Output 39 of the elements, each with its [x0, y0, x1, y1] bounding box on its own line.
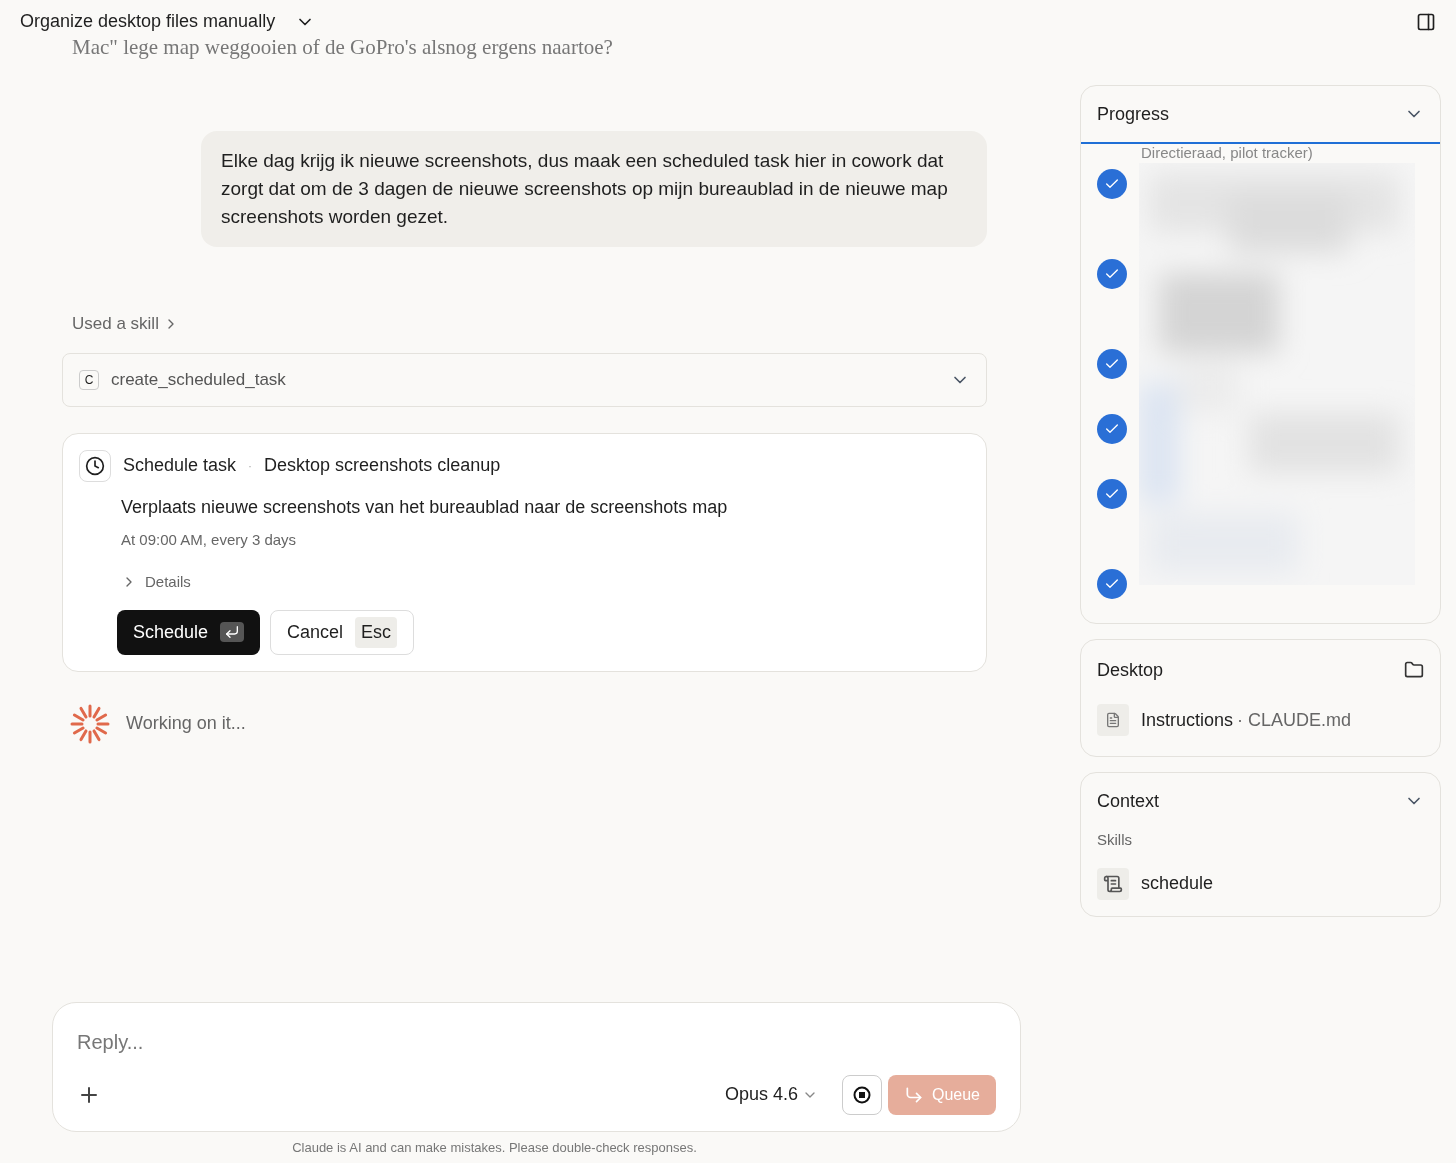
task-description: Verplaats nieuwe screenshots van het bureaublad naar de screenshots map — [121, 495, 729, 519]
card-title: Schedule task — [123, 454, 237, 477]
stop-icon — [852, 1085, 871, 1104]
shortcut-key: Esc — [355, 616, 398, 648]
spinner-icon — [70, 703, 110, 744]
clock-icon — [79, 449, 111, 482]
separator-dot: · — [248, 457, 253, 475]
scroll-icon — [1097, 867, 1129, 900]
panel-title: Context — [1097, 789, 1160, 813]
enter-key-icon — [220, 622, 245, 642]
schedule-button[interactable]: Schedule — [117, 609, 261, 655]
task-name: Desktop screenshots cleanup — [264, 454, 501, 477]
task-timing: At 09:00 AM, every 3 days — [121, 529, 298, 550]
panel-toggle-icon[interactable] — [1416, 11, 1436, 32]
message-text: Mac" lege map weggooien of de GoPro's alsnog ergens naartoe? — [71, 35, 614, 59]
disclaimer-text: Claude is AI and can make mistakes. Please double-check responses. — [292, 1138, 697, 1157]
tool-call-row[interactable]: C create_scheduled_task — [62, 352, 987, 407]
folder-icon[interactable] — [1404, 660, 1424, 680]
document-icon — [1097, 704, 1129, 736]
file-detail: · CLAUDE.md — [1237, 708, 1352, 732]
skill-link[interactable]: Used a skill — [72, 311, 159, 337]
cancel-button[interactable]: Cancel Esc — [270, 609, 415, 655]
file-name: Instructions — [1141, 708, 1234, 732]
file-item[interactable]: Instructions · CLAUDE.md — [1097, 704, 1424, 736]
status-text: Working on it... — [126, 712, 246, 735]
details-toggle[interactable]: Details — [121, 571, 970, 594]
skill-item[interactable]: schedule — [1097, 867, 1424, 900]
user-message: Elke dag krijg ik nieuwe screenshots, dus maak een scheduled task hier in cowork dat zorgt dat om de 3 dagen de nieuwe screenshots op mijn bureaublad in de nieuwe map screenshots worden gezet. — [201, 131, 987, 247]
tool-name: create_scheduled_task — [111, 368, 287, 391]
model-selector[interactable]: Opus 4.6 — [724, 1081, 818, 1108]
section-label: Skills — [1097, 830, 1133, 850]
panel-title: Desktop — [1097, 658, 1164, 682]
skill-badge: C — [79, 369, 99, 390]
progress-text: Directieraad, pilot tracker) — [1140, 143, 1314, 163]
conversation-title: Organize desktop files manually — [20, 10, 276, 33]
stop-button[interactable] — [841, 1074, 882, 1115]
panel-title: Progress — [1097, 102, 1170, 126]
skill-name: schedule — [1141, 872, 1214, 895]
reply-input[interactable]: Reply... — [77, 1026, 996, 1057]
